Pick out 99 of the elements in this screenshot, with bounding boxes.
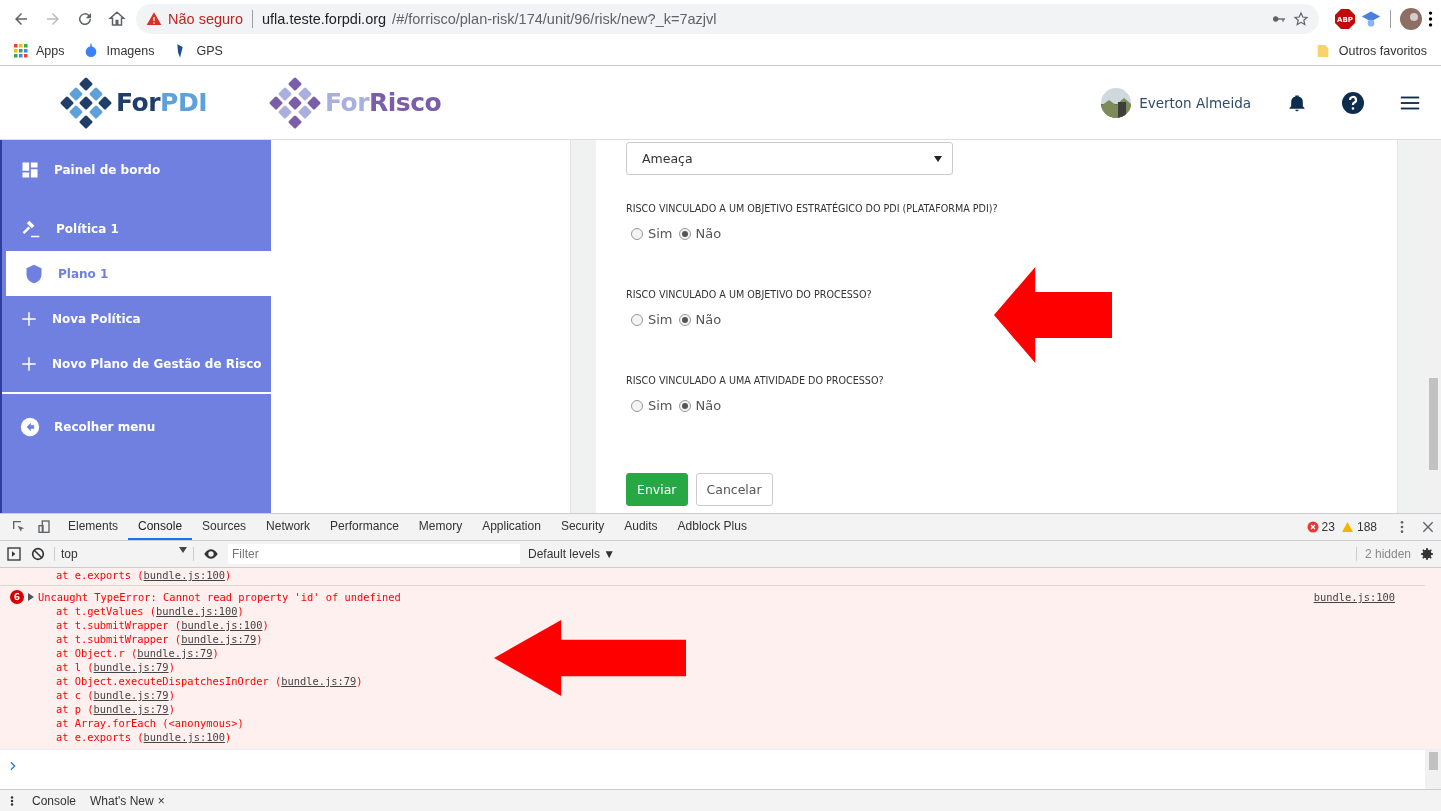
drawer-tab[interactable]: Console	[32, 793, 77, 808]
bookmark-folder[interactable]: Outros favoritos	[1314, 43, 1427, 59]
collapse-icon	[20, 416, 40, 437]
drawer-tab[interactable]: What's New ×	[90, 793, 165, 808]
sidebar-item[interactable]: Política 1	[2, 206, 271, 251]
source-link[interactable]: bundle.js:100	[156, 605, 238, 617]
source-link[interactable]: bundle.js:100	[143, 731, 225, 743]
devtools-tab[interactable]: Performance	[320, 514, 409, 540]
apps-grid-icon	[14, 44, 28, 58]
source-link[interactable]: bundle.js:79	[93, 661, 169, 673]
profile-avatar[interactable]	[1400, 7, 1422, 30]
devtools-tab[interactable]: Elements	[58, 514, 129, 540]
bookmark[interactable]: Apps	[14, 44, 65, 58]
warning-icon	[146, 10, 162, 27]
scrollbar[interactable]	[1425, 140, 1441, 513]
stack-frame: at t.submitWrapper (bundle.js:79)	[0, 632, 1425, 646]
shield-icon	[24, 262, 44, 285]
error-icon	[1306, 521, 1319, 533]
devtools-tab[interactable]: Network	[256, 514, 321, 540]
logo-icon	[268, 76, 321, 129]
devtools-tab[interactable]: Adblock Plus	[667, 514, 757, 540]
error-message: Uncaught TypeError: Cannot read property 'id' of undefined	[38, 590, 402, 604]
user-name[interactable]: Everton Almeida	[1139, 94, 1251, 111]
source-link[interactable]: bundle.js:100	[181, 619, 263, 631]
prompt-icon	[8, 761, 18, 771]
stack-frame: at e.exports (bundle.js:100)	[0, 730, 1425, 744]
warning-count[interactable]: 188	[1356, 520, 1377, 534]
hidden-count: 2 hidden	[1355, 547, 1411, 561]
source-link[interactable]: bundle.js:79	[93, 689, 169, 701]
context-select[interactable]: top	[54, 547, 194, 561]
address-bar[interactable]: Não seguro ufla.teste.forpdi.org /#/forrisco/plan-risk/174/unit/96/risk/new?_k=7azjvl	[136, 3, 1319, 34]
url-path: /#/forrisco/plan-risk/174/unit/96/risk/new?_k=7azjvl	[392, 10, 718, 27]
caret-icon	[179, 547, 187, 553]
radio-option[interactable]: Sim	[631, 226, 673, 241]
error-count[interactable]: 23	[1321, 520, 1335, 534]
question-label: RISCO VINCULADO A UMA ATIVIDADE DO PROCESSO?	[626, 375, 885, 386]
scrollbar[interactable]	[1425, 750, 1441, 789]
logo[interactable]: ForRisco	[268, 76, 442, 129]
sidebar-item[interactable]: Nova Política	[2, 296, 271, 341]
source-link[interactable]: bundle.js:79	[281, 675, 357, 687]
levels-dropdown[interactable]: Default levels ▼	[528, 547, 616, 561]
stack-frame: at Object.executeDispatchesInOrder (bundle.js:79)	[0, 674, 1425, 688]
filter-field[interactable]: Filter	[228, 544, 520, 564]
gavel-icon	[20, 218, 42, 239]
home-icon	[108, 9, 126, 28]
stack-frame: at p (bundle.js:79)	[0, 702, 1425, 716]
devtools-tab[interactable]: Sources	[192, 514, 257, 540]
question-label: RISCO VINCULADO A UM OBJETIVO ESTRATÉGICO DO PDI (PLATAFORMA PDI)?	[626, 203, 999, 214]
more-icon	[1428, 10, 1433, 27]
collapse-menu-item[interactable]: Recolher menu	[2, 404, 271, 449]
sidebar-item[interactable]: Novo Plano de Gestão de Risco	[2, 341, 271, 386]
devtools-tab[interactable]: Security	[550, 514, 615, 540]
radio-option[interactable]: Sim	[631, 312, 673, 327]
question-label: RISCO VINCULADO A UM OBJETIVO DO PROCESSO?	[626, 289, 873, 300]
stack-frame: at Object.r (bundle.js:79)	[0, 646, 1425, 660]
url-host: ufla.teste.forpdi.org	[261, 10, 387, 27]
expand-icon[interactable]	[28, 593, 34, 601]
radio-option[interactable]: Não	[678, 226, 722, 241]
security-label: Não seguro	[168, 10, 243, 27]
bookmark[interactable]: GPS	[172, 43, 223, 59]
plus-icon	[20, 309, 38, 328]
dashboard-icon	[20, 160, 40, 180]
stack-frame: at t.submitWrapper (bundle.js:100)	[0, 618, 1425, 632]
stack-frame: at c (bundle.js:79)	[0, 688, 1425, 702]
stack-frame: at l (bundle.js:79)	[0, 660, 1425, 674]
caret-icon	[934, 153, 942, 164]
radio-option[interactable]: Não	[678, 312, 722, 327]
device-icon	[37, 519, 53, 535]
bookmark[interactable]: Imagens	[82, 43, 155, 59]
logo-icon	[60, 76, 112, 129]
stack-frame: at t.getValues (bundle.js:100)	[0, 604, 1425, 618]
eye-icon	[202, 546, 220, 562]
stack-frame: at e.exports (bundle.js:100)	[0, 568, 1425, 582]
help-icon	[1341, 90, 1365, 115]
source-link[interactable]: bundle.js:100	[1313, 590, 1395, 604]
source-link[interactable]: bundle.js:79	[93, 703, 169, 715]
close-icon[interactable]: ×	[157, 793, 165, 808]
radio-option[interactable]: Não	[678, 398, 722, 413]
devtools-tab[interactable]: Application	[472, 514, 551, 540]
star-icon	[1293, 10, 1309, 27]
sidebar-toggle-icon	[6, 546, 22, 562]
type-select[interactable]: Ameaça	[626, 142, 953, 175]
stack-frame: at Array.forEach (<anonymous>)	[0, 716, 1425, 730]
cancel-button[interactable]: Cancelar	[695, 473, 773, 506]
clear-icon	[30, 546, 46, 562]
devtools-tab[interactable]: Audits	[614, 514, 668, 540]
radio-option[interactable]: Sim	[631, 398, 673, 413]
logo[interactable]: ForPDI	[60, 76, 207, 129]
source-link[interactable]: bundle.js:79	[181, 633, 257, 645]
sidebar-item[interactable]: Plano 1	[6, 251, 271, 296]
sidebar-item[interactable]: Painel de bordo	[2, 146, 271, 194]
close-icon	[1420, 519, 1436, 535]
devtools-tab[interactable]: Memory	[408, 514, 473, 540]
source-link[interactable]: bundle.js:100	[143, 569, 225, 581]
warning-icon	[1340, 521, 1354, 533]
source-link[interactable]: bundle.js:79	[137, 647, 213, 659]
settings-icon	[1419, 546, 1435, 562]
plus-icon	[20, 354, 38, 373]
repeat-count: 6	[10, 590, 24, 604]
